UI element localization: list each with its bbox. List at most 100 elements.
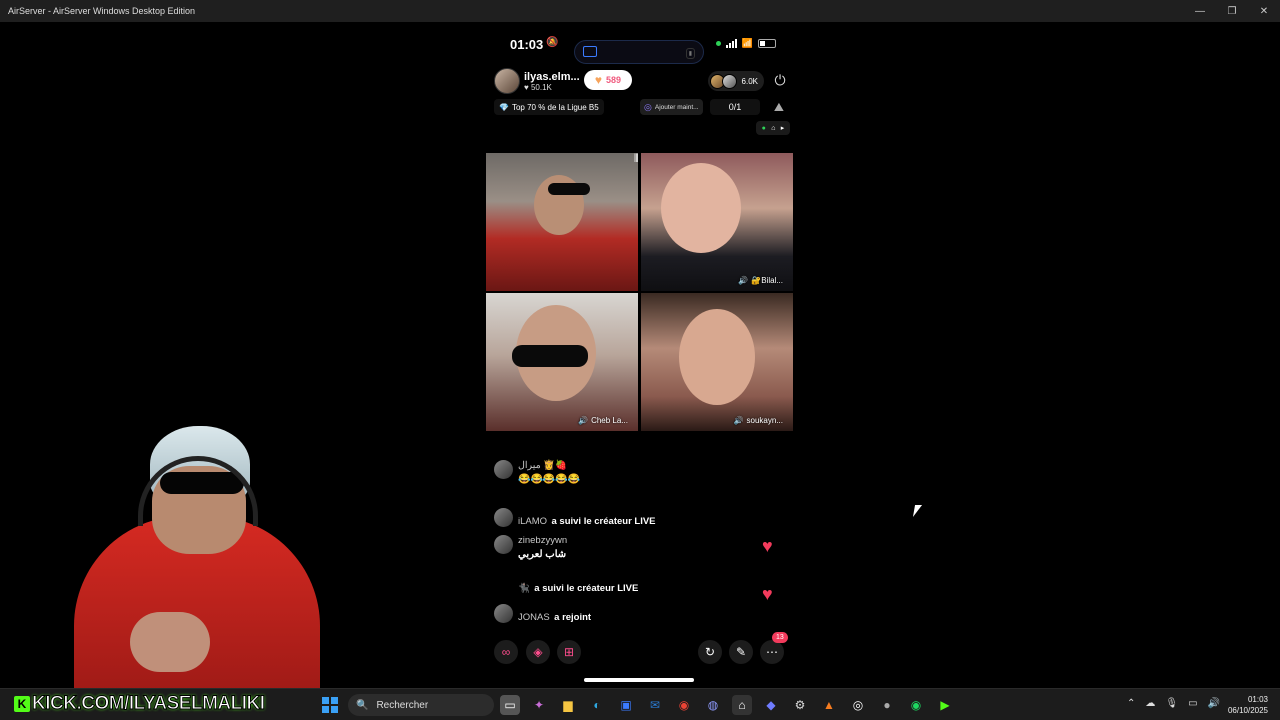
display-icon[interactable]: ▭ [1188, 698, 1197, 709]
share-icon[interactable]: ↻ [698, 640, 722, 664]
guest-video-detail [512, 345, 588, 367]
search-input[interactable]: 🔍 Rechercher [348, 694, 494, 716]
outlook-icon[interactable]: ✉ [645, 695, 665, 715]
battery-icon [758, 39, 776, 48]
close-button[interactable]: ✕ [1248, 0, 1280, 22]
chat-user[interactable]: 🐈‍⬛ [518, 583, 530, 594]
viewer-count: 6.0K [741, 76, 758, 86]
store-icon[interactable]: ▣ [616, 695, 636, 715]
guest-tile[interactable]: 🔊 Cheb La... [486, 293, 638, 431]
swirl-icon: ◎ [644, 101, 652, 112]
chevron-right-icon: ▸ [780, 125, 785, 132]
maximize-button[interactable]: ❐ [1216, 0, 1248, 22]
mouse-cursor-icon [912, 505, 923, 517]
host-profile[interactable]: ilyas.elm... ♥ 50.1K [494, 68, 580, 94]
taskbar-apps: ▭ ✦ ▆ ◐ ▣ ✉ ◉ ◍ ⌂ ◆ ⚙ ▲ ◎ ● ◉ ▶ [500, 695, 955, 715]
chat-text: a suivi le créateur LIVE [534, 583, 639, 594]
guest-grid: 🔊 🔐Bilal... 🔊 Cheb La... 🔊 soukayn... ⫴ [486, 153, 794, 433]
gift-count: 589 [606, 75, 622, 85]
copilot-icon[interactable]: ✦ [529, 695, 549, 715]
guest-video-detail [548, 183, 590, 195]
status-indicators: 📶 [715, 38, 776, 49]
clock-time: 01:03 [1247, 695, 1268, 704]
viewer-list[interactable]: 6.0K [707, 71, 764, 91]
status-bar: 01:03 🔕 ▮ 📶 [486, 34, 794, 64]
chat-user[interactable]: zinebzyywn [518, 535, 567, 546]
edge-icon[interactable]: ◐ [587, 695, 607, 715]
heart-icon: ♥ [762, 536, 773, 556]
guest-tile[interactable]: 🔊 soukayn... [641, 293, 793, 431]
power-icon[interactable]: ⏻ [772, 72, 788, 88]
window-controls: — ❐ ✕ [1184, 0, 1280, 22]
speaker-icon: 🔊 [733, 416, 744, 425]
guest-tile[interactable] [486, 153, 638, 291]
guest-video [679, 309, 755, 405]
chat-user[interactable]: ميرال 👸🍓 [518, 460, 580, 471]
taskbar-clock[interactable]: 01:03 06/10/2025 [1228, 694, 1268, 716]
discord-icon[interactable]: ◍ [703, 695, 723, 715]
cloud-icon[interactable]: ☁ [1145, 698, 1155, 709]
microphone-icon[interactable]: 🎙 [1165, 698, 1178, 709]
chat-user[interactable]: JONAS [518, 612, 550, 623]
chrome-icon[interactable]: ◉ [674, 695, 694, 715]
heart-icon: ♥ [594, 73, 603, 87]
avatar[interactable] [494, 68, 520, 94]
kick-app-icon[interactable]: ▶ [935, 695, 955, 715]
guest-video [661, 163, 741, 253]
task-view-icon[interactable]: ▭ [500, 695, 520, 715]
dynamic-island: ▮ [574, 40, 704, 64]
diamond-icon: 💎 [499, 102, 509, 112]
goal-counter[interactable]: 0/1 [710, 99, 760, 115]
window-titlebar: AirServer - AirServer Windows Desktop Ed… [0, 0, 1280, 22]
bell-muted-icon: 🔕 [546, 37, 559, 48]
obs-icon[interactable]: ● [877, 695, 897, 715]
speaker-icon: 🔊 [738, 276, 749, 285]
avatar[interactable] [494, 604, 513, 623]
rank-icon[interactable]: ⛰ [774, 100, 784, 115]
minimize-button[interactable]: — [1184, 0, 1216, 22]
airserver-icon[interactable]: ⌂ [732, 695, 752, 715]
phone-screen: 01:03 🔕 ▮ 📶 ilyas.elm... ♥ 50.1K ♥ 589 6… [486, 26, 794, 686]
league-badge[interactable]: 💎 Top 70 % de la Ligue B5 [494, 99, 604, 115]
file-explorer-icon[interactable]: ▆ [558, 695, 578, 715]
guest-tile[interactable]: 🔊 🔐Bilal... [641, 153, 793, 291]
link-icon[interactable]: ∞ [494, 640, 518, 664]
app-a-icon[interactable]: ▲ [819, 695, 839, 715]
apps-grid-icon[interactable]: ⊞ [557, 640, 581, 664]
magic-wand-icon[interactable]: ✎ [729, 640, 753, 664]
app-record-icon[interactable]: ◎ [848, 695, 868, 715]
screen-mirror-icon [583, 46, 597, 57]
notification-badge: 13 [772, 632, 788, 643]
more-icon[interactable]: ⋯ [760, 640, 784, 664]
kick-url: KICK.COM/ILYASELMALIKI [32, 693, 266, 715]
camera-icon: ▮ [685, 48, 695, 59]
camera-active-icon [715, 41, 721, 46]
chat-user[interactable]: iLAMO [518, 516, 547, 527]
league-label: Top 70 % de la Ligue B5 [511, 102, 599, 112]
home-indicator[interactable] [584, 678, 694, 682]
avatar[interactable] [494, 460, 513, 479]
add-button[interactable]: ◎ Ajouter maint... [640, 99, 703, 115]
avatar[interactable] [494, 535, 513, 554]
status-pill[interactable]: ● ⌂ ▸ [756, 121, 790, 135]
game-icon[interactable]: ◆ [761, 695, 781, 715]
settings-icon[interactable]: ⚙ [790, 695, 810, 715]
spotify-icon[interactable]: ◉ [906, 695, 926, 715]
multi-guest-icon[interactable]: ◈ [526, 640, 550, 664]
chat-text: a suivi le créateur LIVE [551, 516, 656, 527]
volume-icon[interactable]: 🔊 [1208, 698, 1220, 709]
chat-text: 😂😂😂😂😂 [518, 474, 581, 485]
list-item: iLAMO a suivi le créateur LIVE [494, 508, 656, 529]
avatar[interactable] [494, 508, 513, 527]
search-placeholder: Rechercher [376, 699, 429, 711]
gift-pill[interactable]: ♥ 589 [584, 70, 632, 90]
list-item: zinebzyywn شاب لعربي [494, 535, 567, 560]
chat-text: a rejoint [554, 612, 592, 623]
home-icon: ⌂ [771, 124, 776, 132]
windows-start-icon[interactable] [322, 697, 338, 713]
kick-overlay: K KICK.COM/ILYASELMALIKI [14, 692, 266, 716]
guest-label: 🔊 🔐Bilal... [738, 276, 783, 285]
host-likes-value: 50.1K [530, 82, 552, 92]
window-title: AirServer - AirServer Windows Desktop Ed… [8, 6, 196, 16]
chevron-up-icon[interactable]: ⌃ [1127, 698, 1135, 709]
